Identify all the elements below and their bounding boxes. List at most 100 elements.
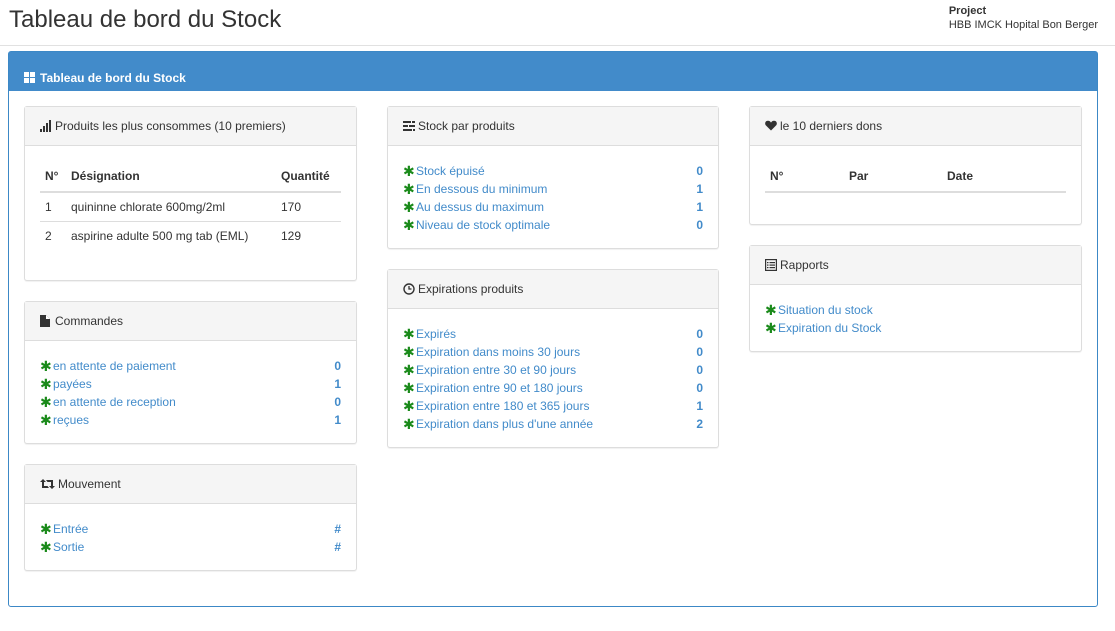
list-item[interactable]: ✱ payées 1 — [40, 375, 341, 393]
expired-link[interactable]: Expirés — [416, 327, 456, 341]
file-icon — [40, 315, 52, 327]
list-item[interactable]: ✱ en attente de paiement 0 — [40, 357, 341, 375]
cell-number: 1 — [45, 200, 52, 214]
list-item[interactable]: ✱ en attente de reception 0 — [40, 393, 341, 411]
orders-received-link[interactable]: reçues — [53, 413, 89, 427]
list-item[interactable]: ✱ Au dessus du maximum 1 — [403, 198, 703, 216]
movement-heading: Mouvement — [25, 465, 356, 504]
expire-180-365-link[interactable]: Expiration entre 180 et 365 jours — [416, 399, 589, 413]
heart-icon — [765, 120, 777, 132]
expire-under-30-count[interactable]: 0 — [696, 345, 703, 359]
list-item[interactable]: ✱ Stock épuisé 0 — [403, 162, 703, 180]
column-header-designation: Désignation — [66, 164, 276, 193]
orders-title: Commandes — [55, 314, 124, 328]
report-stock-expiration-link[interactable]: Expiration du Stock — [778, 321, 881, 335]
list-item[interactable]: ✱ Expiration dans moins 30 jours 0 — [403, 343, 703, 361]
asterisk-icon: ✱ — [403, 362, 415, 378]
stock-optimal-link[interactable]: Niveau de stock optimale — [416, 218, 550, 232]
movement-entry-link[interactable]: Entrée — [53, 522, 88, 536]
column-header-number: N° — [40, 164, 66, 193]
expire-90-180-count[interactable]: 0 — [696, 381, 703, 395]
asterisk-icon: ✱ — [403, 199, 415, 215]
list-item[interactable]: ✱ Expiration entre 90 et 180 jours 0 — [403, 379, 703, 397]
report-stock-situation-link[interactable]: Situation du stock — [778, 303, 873, 317]
asterisk-icon: ✱ — [403, 380, 415, 396]
reports-heading: Rapports — [750, 246, 1081, 285]
orders-pending-payment-link[interactable]: en attente de paiement — [53, 359, 176, 373]
asterisk-icon: ✱ — [403, 163, 415, 179]
stock-depleted-link[interactable]: Stock épuisé — [416, 164, 485, 178]
stock-title: Stock par produits — [418, 119, 515, 133]
cell-number: 2 — [40, 221, 66, 250]
list-item[interactable]: ✱ Expirés 0 — [403, 325, 703, 343]
clock-icon — [403, 283, 415, 295]
movement-entry-count[interactable]: # — [334, 522, 341, 536]
expire-30-90-link[interactable]: Expiration entre 30 et 90 jours — [416, 363, 576, 377]
orders-paid-count[interactable]: 1 — [334, 377, 341, 391]
asterisk-icon: ✱ — [40, 358, 52, 374]
list-item[interactable]: ✱ Expiration du Stock — [765, 319, 1066, 337]
expire-under-30-link[interactable]: Expiration dans moins 30 jours — [416, 345, 580, 359]
list-item[interactable]: ✱ Expiration entre 30 et 90 jours 0 — [403, 361, 703, 379]
consumed-products-table: N° Désignation Quantité 1 quininne chlor… — [40, 164, 341, 250]
orders-pending-reception-count[interactable]: 0 — [334, 395, 341, 409]
retweet-icon — [40, 478, 55, 490]
list-item[interactable]: ✱ reçues 1 — [40, 411, 341, 429]
asterisk-icon: ✱ — [403, 217, 415, 233]
dashboard-heading: Tableau de bord du Stock — [9, 52, 1097, 91]
stock-heading: Stock par produits — [388, 107, 718, 146]
movement-exit-count[interactable]: # — [334, 540, 341, 554]
stock-depleted-count[interactable]: 0 — [696, 164, 703, 178]
cell-designation: aspirine adulte 500 mg tab (EML) — [66, 221, 276, 250]
expirations-heading: Expirations produits — [388, 270, 718, 309]
cell-quantity: 170 — [281, 200, 302, 214]
stock-above-max-count[interactable]: 1 — [696, 200, 703, 214]
cell-quantity: 129 — [276, 221, 341, 250]
list-item[interactable]: ✱ Expiration dans plus d'une année 2 — [403, 415, 703, 433]
stock-below-min-link[interactable]: En dessous du minimum — [416, 182, 547, 196]
expired-count[interactable]: 0 — [696, 327, 703, 341]
table-header-row: N° Désignation Quantité — [40, 164, 341, 193]
table-header-row: N° Par Date — [765, 164, 1066, 193]
movement-exit-link[interactable]: Sortie — [53, 540, 84, 554]
list-item[interactable]: ✱ En dessous du minimum 1 — [403, 180, 703, 198]
orders-paid-link[interactable]: payées — [53, 377, 92, 391]
list-item[interactable]: ✱ Entrée # — [40, 520, 341, 538]
expire-90-180-link[interactable]: Expiration entre 90 et 180 jours — [416, 381, 583, 395]
list-item[interactable]: ✱ Expiration entre 180 et 365 jours 1 — [403, 397, 703, 415]
project-name: HBB IMCK Hopital Bon Berger — [948, 19, 1098, 31]
movement-panel: Mouvement ✱ Entrée # ✱ Sortie # — [24, 464, 357, 571]
stock-optimal-count[interactable]: 0 — [696, 218, 703, 232]
stock-above-max-link[interactable]: Au dessus du maximum — [416, 200, 544, 214]
stock-below-min-count[interactable]: 1 — [696, 182, 703, 196]
orders-panel: Commandes ✱ en attente de paiement 0 ✱ pay… — [24, 301, 357, 444]
table-row: 2 aspirine adulte 500 mg tab (EML) 129 — [40, 221, 341, 250]
orders-pending-payment-count[interactable]: 0 — [334, 359, 341, 373]
reports-panel: Rapports ✱ Situation du stock ✱ Expiration… — [749, 245, 1082, 352]
consumed-products-heading: Produits les plus consommes (10 premiers… — [25, 107, 356, 146]
asterisk-icon: ✱ — [403, 181, 415, 197]
th-large-icon — [24, 72, 35, 83]
asterisk-icon: ✱ — [765, 302, 777, 318]
expire-180-365-count[interactable]: 1 — [696, 399, 703, 413]
page-title: Tableau de bord du Stock — [9, 6, 282, 33]
column-header-quantity: Quantité — [276, 164, 341, 193]
stock-panel: Stock par produits ✱ Stock épuisé 0 ✱ En d… — [387, 106, 719, 249]
orders-pending-reception-link[interactable]: en attente de reception — [53, 395, 176, 409]
expire-30-90-count[interactable]: 0 — [696, 363, 703, 377]
donations-title: le 10 derniers dons — [780, 119, 883, 133]
expire-over-year-count[interactable]: 2 — [696, 417, 703, 431]
asterisk-icon: ✱ — [40, 394, 52, 410]
expire-over-year-link[interactable]: Expiration dans plus d'une année — [416, 417, 593, 431]
list-item[interactable]: ✱ Situation du stock — [765, 301, 1066, 319]
signal-icon — [40, 120, 52, 132]
column-header-date: Date — [942, 164, 1066, 193]
column-header-by: Par — [844, 164, 942, 193]
table-row: 1 quininne chlorate 600mg/2ml 170 — [40, 192, 341, 222]
list-item[interactable]: ✱ Niveau de stock optimale 0 — [403, 216, 703, 234]
asterisk-icon: ✱ — [765, 320, 777, 336]
list-item[interactable]: ✱ Sortie # — [40, 538, 341, 556]
orders-heading: Commandes — [25, 302, 356, 341]
asterisk-icon: ✱ — [403, 344, 415, 360]
orders-received-count[interactable]: 1 — [334, 413, 341, 427]
